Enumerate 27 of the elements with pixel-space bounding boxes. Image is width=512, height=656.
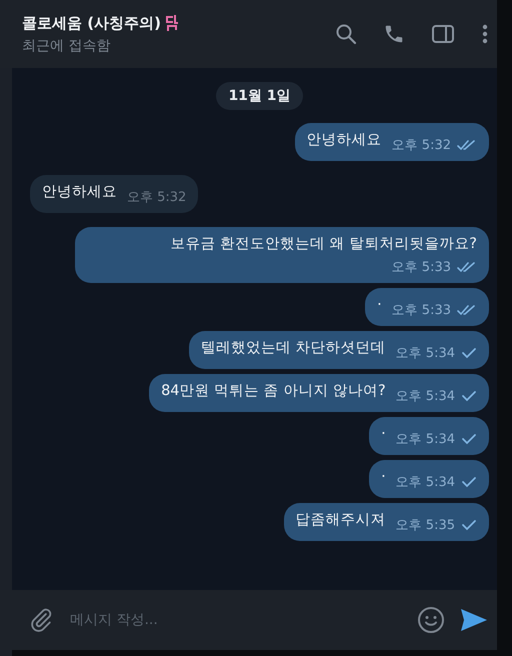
attach-icon[interactable] (28, 607, 54, 633)
message-text: 안녕하세요 (306, 131, 382, 150)
message-time: 오후 5:34 (396, 388, 455, 405)
message-text: 텔레했었는데 차단하셧던데 (201, 339, 386, 358)
send-icon[interactable] (459, 607, 489, 633)
message-time: 오후 5:33 (392, 259, 451, 276)
message-text: 안녕하세요 (42, 183, 117, 202)
message-time: 오후 5:34 (396, 474, 455, 491)
chat-title: 콜로세움 (사칭주의) (22, 14, 161, 32)
more-icon[interactable] (481, 23, 489, 45)
search-icon[interactable] (335, 23, 357, 45)
message-text: 84만원 먹튀는 좀 아니지 않나여? (161, 382, 386, 401)
message-time: 오후 5:32 (392, 137, 451, 154)
message-time: 오후 5:34 (396, 345, 455, 362)
message-text: · (381, 468, 386, 487)
message-text: 보유금 환전도안했는데 왜 탈퇴처리됫을까요? (170, 235, 477, 254)
message-text: · (377, 296, 382, 315)
date-chip: 11월 1일 (216, 82, 303, 110)
message-time: 오후 5:33 (392, 302, 451, 319)
message-time: 오후 5:32 (127, 189, 186, 206)
sidebar-toggle-icon[interactable] (431, 23, 455, 45)
message-text: 답좀해주시져 (296, 511, 386, 530)
message-time: 오후 5:35 (396, 517, 455, 534)
phone-icon[interactable] (383, 23, 405, 45)
message-time: 오후 5:34 (396, 431, 455, 448)
last-seen-status: 최근에 접속함 (22, 36, 112, 54)
message-text: · (381, 425, 386, 444)
